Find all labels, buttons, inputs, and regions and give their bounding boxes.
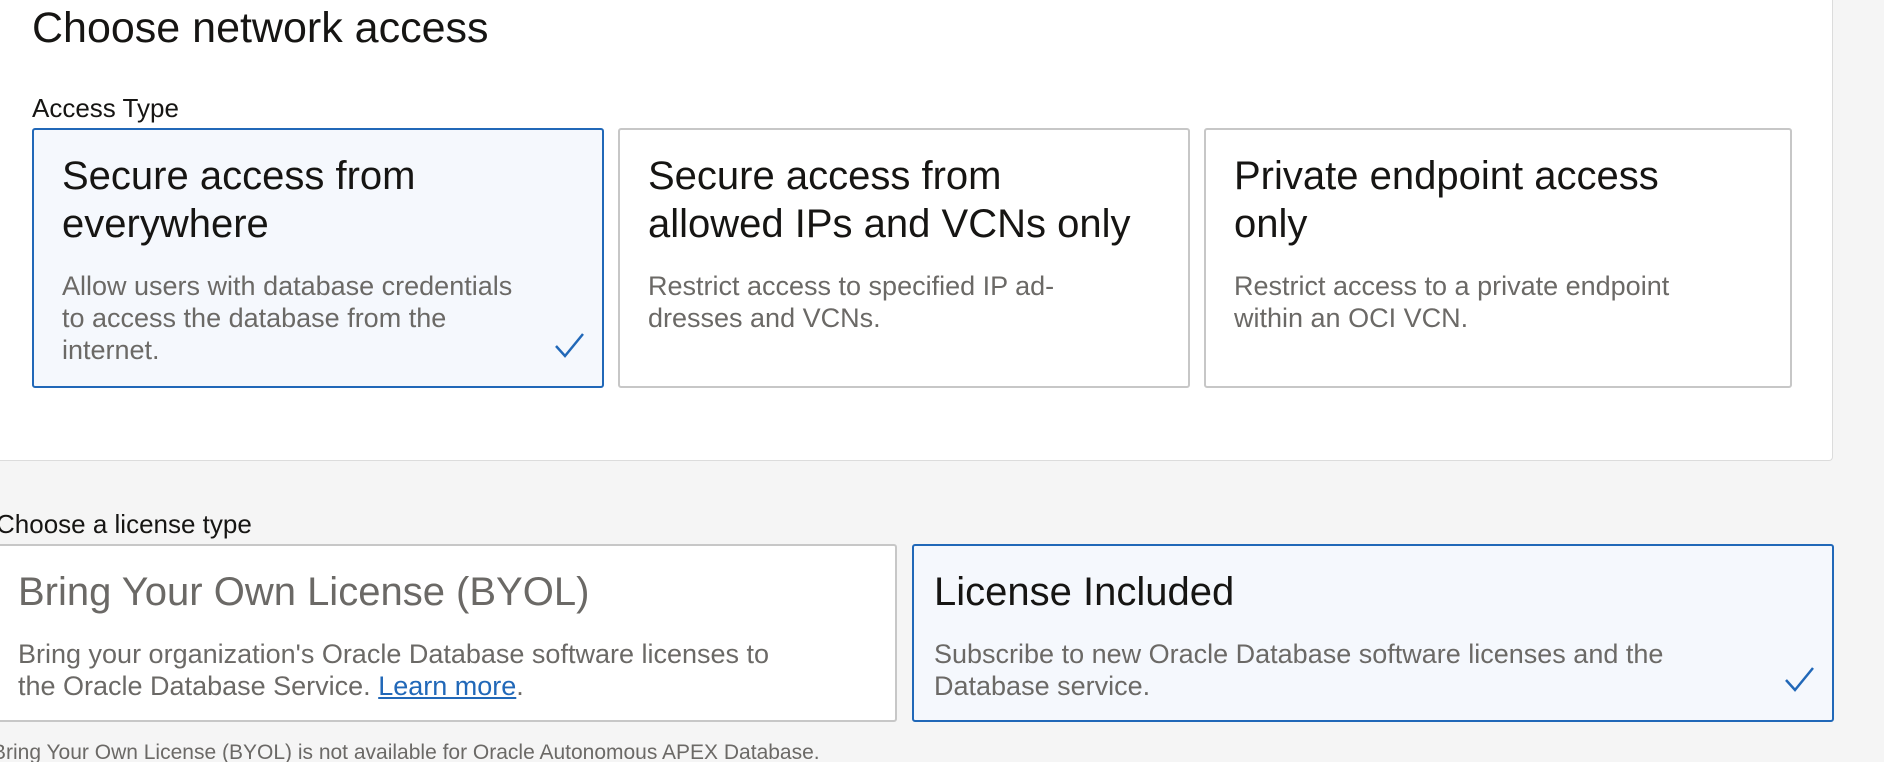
license-option-byol: Bring Your Own License (BYOL) Bring your…	[0, 544, 897, 722]
network-access-panel: Choose network access Access Type Secure…	[0, 0, 1833, 461]
access-option-title: Secure access from everywhere	[62, 154, 416, 246]
access-type-label: Access Type	[32, 93, 179, 123]
access-option-title: Secure access from allowed IPs and VCNs …	[648, 154, 1131, 246]
license-option-title: Bring Your Own License (BYOL)	[18, 570, 590, 614]
access-option-description: Restrict access to a private endpoint wi…	[1234, 271, 1670, 333]
access-option-description: Restrict access to specified IP ad- dres…	[648, 271, 1055, 333]
license-option-title: License Included	[934, 570, 1235, 614]
access-option-secure-everywhere[interactable]: Secure access from everywhere Allow user…	[32, 128, 604, 388]
license-option-license-included[interactable]: License Included Subscribe to new Oracle…	[912, 544, 1834, 722]
access-option-description: Allow users with database credentials to…	[62, 271, 513, 365]
license-type-label: Choose a license type	[0, 509, 252, 539]
description-suffix: .	[516, 671, 524, 701]
page: Choose network access Access Type Secure…	[0, 0, 1884, 762]
access-option-private-endpoint[interactable]: Private endpoint access only Restrict ac…	[1204, 128, 1792, 388]
section-title-network-access: Choose network access	[32, 4, 489, 52]
byol-availability-note: Bring Your Own License (BYOL) is not ava…	[0, 741, 820, 762]
checkmark-icon	[555, 333, 584, 358]
access-option-title: Private endpoint access only	[1234, 154, 1659, 246]
access-option-allowed-ips-vcns[interactable]: Secure access from allowed IPs and VCNs …	[618, 128, 1190, 388]
license-option-description: Bring your organization's Oracle Databas…	[18, 638, 845, 702]
checkmark-icon	[1785, 667, 1814, 692]
learn-more-link[interactable]: Learn more	[378, 671, 516, 701]
license-option-description: Subscribe to new Oracle Database softwar…	[934, 639, 1664, 701]
